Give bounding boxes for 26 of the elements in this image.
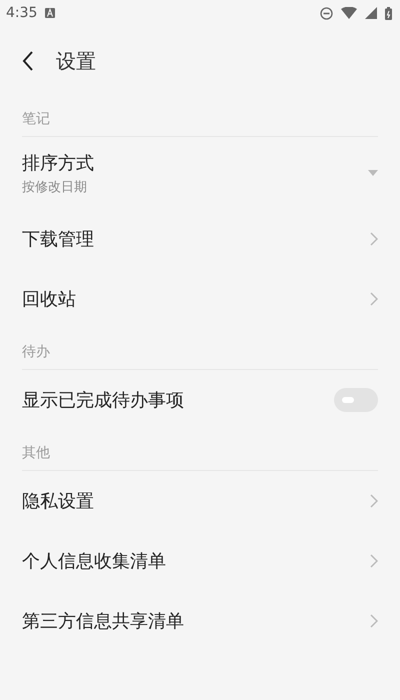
setting-label[interactable]: 下载管理 [22, 227, 370, 251]
setting-label[interactable]: 第三方信息共享清单 [22, 609, 370, 633]
chevron-right-icon [370, 232, 378, 246]
back-icon[interactable] [22, 51, 34, 71]
setting-label[interactable]: 回收站 [22, 287, 370, 311]
chevron-right-icon [370, 292, 378, 306]
setting-label[interactable]: 显示已完成待办事项 [22, 388, 334, 412]
toggle-switch[interactable] [334, 388, 378, 412]
signal-icon [365, 7, 377, 19]
status-time: 4:35 [6, 5, 38, 21]
setting-label[interactable]: 个人信息收集清单 [22, 549, 370, 573]
setting-label[interactable]: 隐私设置 [22, 489, 370, 513]
battery-icon [385, 6, 392, 20]
setting-label[interactable]: 排序方式 [22, 150, 368, 174]
notification-icon [45, 8, 56, 18]
section-title: 待办 [22, 329, 378, 370]
dropdown-arrow-icon[interactable] [368, 170, 378, 176]
chevron-right-icon [370, 614, 378, 628]
wifi-icon [341, 7, 357, 19]
chevron-right-icon [370, 554, 378, 568]
page-title: 设置 [56, 48, 96, 74]
setting-value: 按修改日期 [22, 178, 88, 196]
section-title: 其他 [22, 430, 378, 471]
section-title: 笔记 [22, 96, 378, 137]
do-not-disturb-icon [320, 6, 333, 20]
chevron-right-icon [370, 494, 378, 508]
